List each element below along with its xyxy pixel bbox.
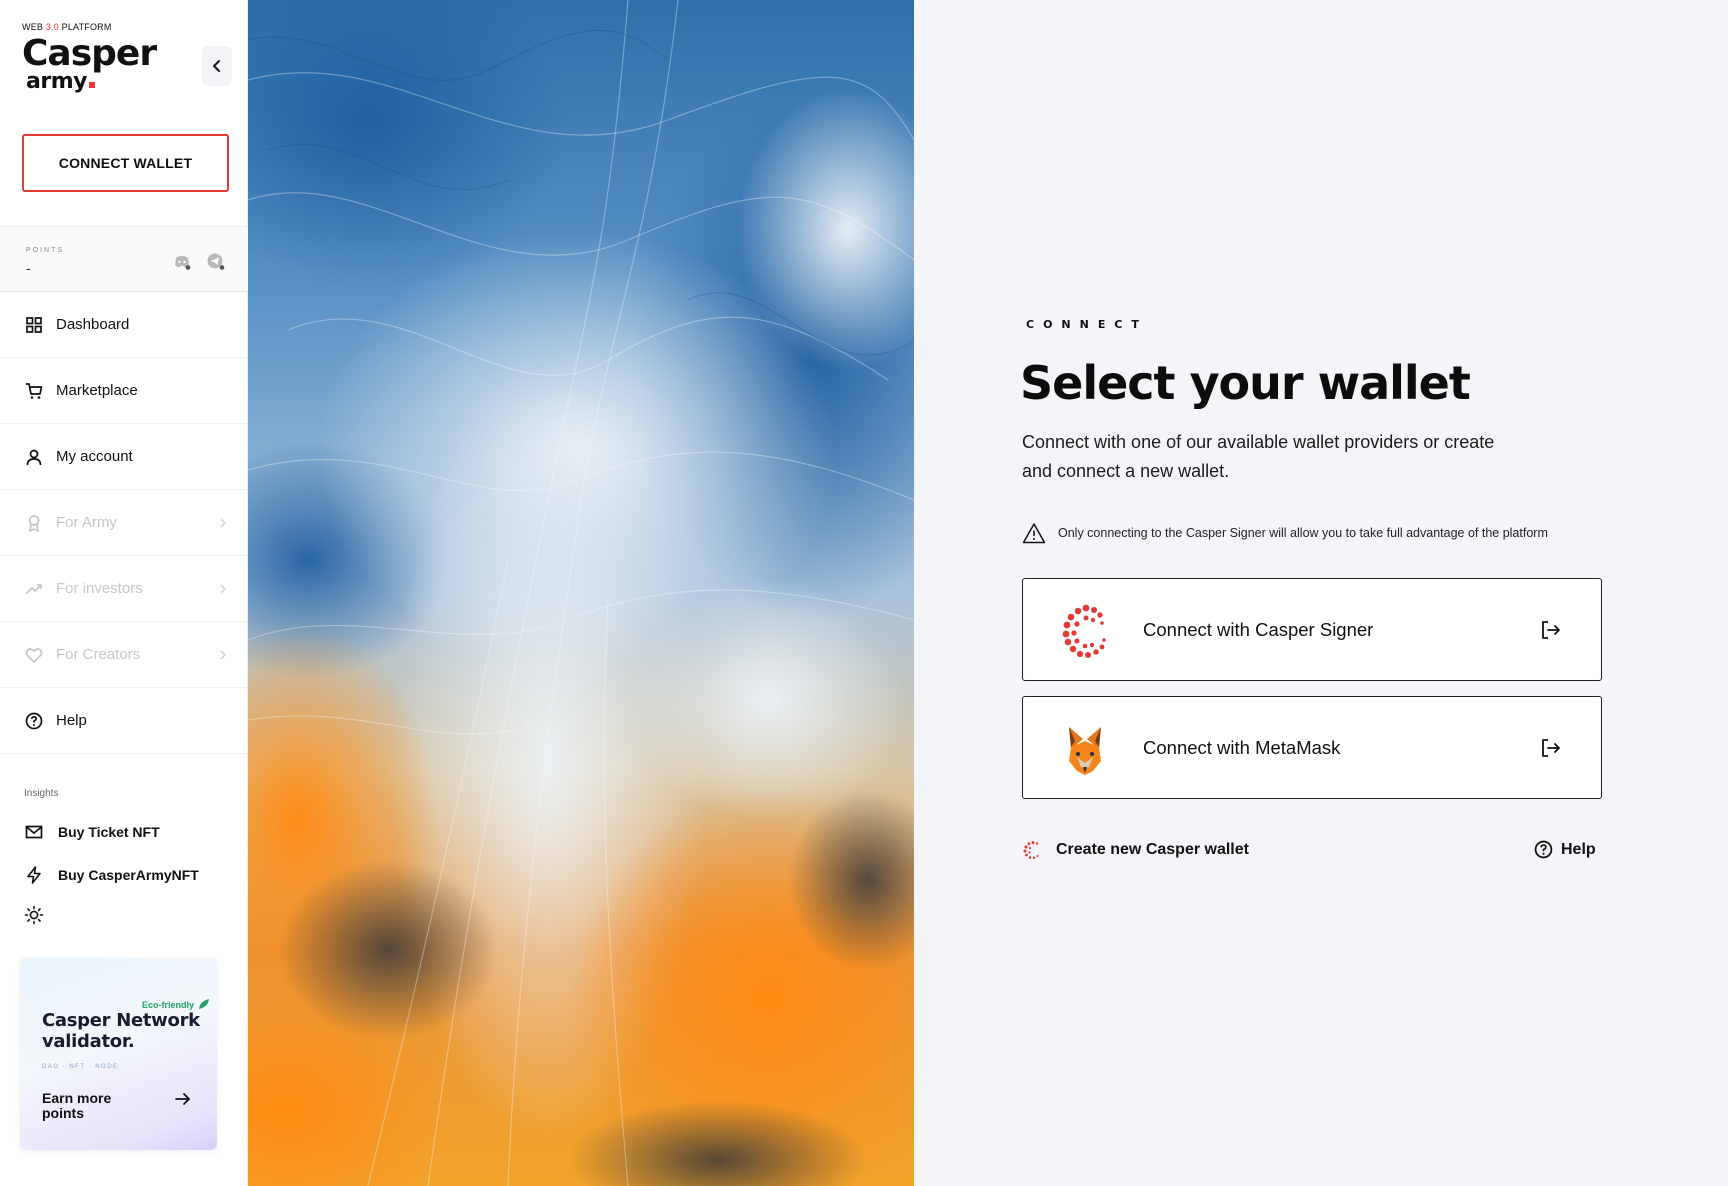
connect-metamask-button[interactable]: Connect with MetaMask [1022, 696, 1602, 799]
chevron-right-icon [220, 584, 227, 594]
promo-title: Casper Network validator. [42, 1010, 200, 1052]
create-wallet-label: Create new Casper wallet [1056, 841, 1249, 858]
heart-icon [24, 645, 44, 665]
nav-label: Help [56, 712, 87, 729]
telegram-icon[interactable] [206, 252, 226, 272]
trending-up-icon [24, 579, 44, 599]
wallet-button-label: Connect with MetaMask [1143, 736, 1341, 758]
brand-name: Casper [22, 33, 157, 74]
help-circle-icon [1534, 840, 1553, 859]
arrow-right-icon [175, 1093, 190, 1105]
nav-for-investors[interactable]: For investors [0, 556, 248, 622]
wallet-button-label: Connect with Casper Signer [1143, 618, 1374, 640]
brand-sub: army [26, 71, 156, 93]
warning-icon [1022, 523, 1046, 544]
nav-help[interactable]: Help [0, 688, 248, 754]
nav-label: For Creators [56, 646, 141, 663]
help-circle-icon [24, 711, 44, 731]
page-subtitle: Connect with one of our available wallet… [1022, 432, 1495, 481]
nav-my-account[interactable]: My account [0, 424, 248, 490]
brand-tagline: WEB 3.0 PLATFORM [22, 22, 112, 32]
create-casper-wallet-link[interactable]: Create new Casper wallet [1022, 840, 1249, 860]
signer-notice: Only connecting to the Casper Signer wil… [1022, 522, 1548, 544]
promo-cta: Earn more points [42, 1090, 112, 1121]
hero-fluid-art-image [248, 0, 914, 1186]
promo-tags: DAO · NFT · NODE [42, 1064, 119, 1070]
collapse-sidebar-button[interactable] [202, 46, 232, 86]
points-panel: POINTS - [0, 226, 248, 292]
section-eyebrow: CONNECT [1026, 318, 1148, 331]
page-title: Select your wallet [1020, 356, 1471, 410]
nav-dashboard[interactable]: Dashboard [0, 292, 248, 358]
nav-for-creators[interactable]: For Creators [0, 622, 248, 688]
bolt-icon [24, 865, 44, 885]
validator-promo-card[interactable]: Eco-friendly Casper Network validator. D… [20, 958, 217, 1150]
chevron-left-icon [213, 60, 220, 72]
nav-label: Dashboard [56, 316, 130, 333]
sign-in-arrow-icon [1542, 738, 1560, 757]
insight-label: Buy CasperArmyNFT [58, 867, 199, 883]
mail-icon [24, 822, 44, 842]
casper-mini-logo [1023, 841, 1039, 859]
nav-label: Marketplace [56, 382, 138, 399]
insight-label: Buy Ticket NFT [58, 824, 160, 840]
connect-panel: CONNECT Select your wallet Connect with … [914, 0, 1728, 1186]
casper-signer-logo [1062, 604, 1106, 658]
nav-label: For investors [56, 580, 143, 597]
leaf-icon [198, 999, 209, 1009]
connect-wallet-button[interactable]: CONNECT WALLET [22, 134, 229, 192]
nav-label: For Army [56, 514, 117, 531]
grid-icon [24, 315, 44, 335]
brand-logo[interactable]: WEB 3.0 PLATFORM Casper army [22, 22, 157, 93]
discord-icon[interactable] [172, 252, 192, 272]
points-label: POINTS [26, 247, 65, 254]
nav-label: My account [56, 448, 133, 465]
user-icon [24, 447, 44, 467]
sidebar: WEB 3.0 PLATFORM Casper army CONNECT WAL… [0, 0, 248, 1186]
chevron-right-icon [220, 650, 227, 660]
eco-friendly-badge: Eco-friendly [142, 998, 211, 1010]
cart-icon [24, 381, 44, 401]
medal-icon [24, 513, 44, 533]
connect-casper-signer-button[interactable]: Connect with Casper Signer [1022, 578, 1602, 681]
buy-ticket-nft-link[interactable]: Buy Ticket NFT [24, 822, 160, 842]
nav-for-army[interactable]: For Army [0, 490, 248, 556]
help-label: Help [1561, 840, 1596, 858]
nav-marketplace[interactable]: Marketplace [0, 358, 248, 424]
metamask-fox-logo [1069, 727, 1101, 775]
insights-heading: Insights [24, 788, 59, 799]
points-value: - [26, 260, 31, 276]
chevron-right-icon [220, 518, 227, 528]
help-link[interactable]: Help [1534, 840, 1596, 859]
sun-icon[interactable] [24, 905, 44, 925]
buy-casperarmynft-link[interactable]: Buy CasperArmyNFT [24, 865, 199, 885]
notice-text: Only connecting to the Casper Signer wil… [1058, 526, 1548, 540]
sign-in-arrow-icon [1542, 620, 1560, 639]
